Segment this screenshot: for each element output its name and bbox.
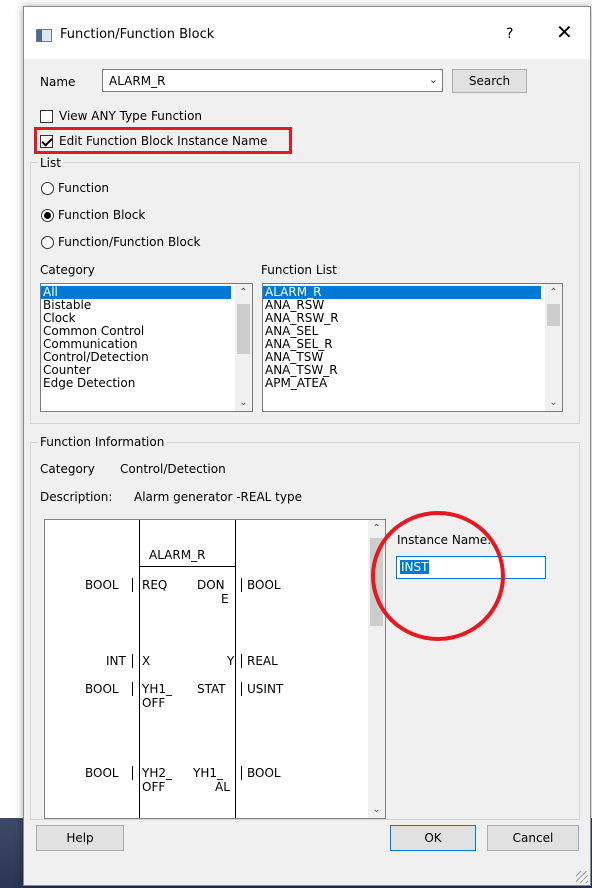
- scroll-up-icon[interactable]: ⌃: [368, 520, 385, 537]
- scroll-down-icon[interactable]: ⌄: [235, 394, 252, 411]
- category-scrollbar[interactable]: ⌃ ⌄: [235, 284, 252, 411]
- function-information-title: Function Information: [38, 435, 167, 449]
- input-pin: YH1_: [142, 682, 172, 696]
- highlight-rectangle: [34, 127, 292, 154]
- scroll-down-icon[interactable]: ⌄: [545, 394, 562, 411]
- input-pin: YH2_: [142, 766, 172, 780]
- input-pin-wrap: OFF: [142, 780, 166, 794]
- info-category-value: Control/Detection: [120, 462, 226, 476]
- output-pin-wrap: E: [221, 592, 229, 606]
- radio-function-and-block-label: Function/Function Block: [58, 235, 201, 249]
- output-pin: YH1_: [193, 766, 223, 780]
- output-pin: Y: [227, 654, 235, 668]
- function-listbox[interactable]: ALARM_R ANA_RSW ANA_RSW_R ANA_SEL ANA_SE…: [262, 283, 563, 412]
- radio-function-label: Function: [58, 181, 110, 195]
- input-pin: X: [142, 654, 151, 668]
- output-type: BOOL: [247, 578, 281, 592]
- output-type: BOOL: [247, 766, 281, 780]
- connector-line: [132, 578, 133, 592]
- help-title-button[interactable]: ?: [506, 26, 513, 42]
- output-pin-wrap: AL: [215, 780, 230, 794]
- scroll-down-icon[interactable]: ⌄: [368, 801, 385, 818]
- output-type: USINT: [247, 682, 284, 696]
- help-button[interactable]: Help: [36, 825, 124, 851]
- description-label: Description:: [40, 490, 113, 504]
- search-button[interactable]: Search: [452, 69, 527, 93]
- scroll-thumb[interactable]: [547, 304, 560, 326]
- radio-function-and-block[interactable]: [41, 236, 54, 249]
- cancel-button[interactable]: Cancel: [487, 825, 579, 851]
- connector-line: [241, 682, 242, 696]
- window-icon: [36, 29, 52, 42]
- chevron-down-icon[interactable]: ⌄: [429, 73, 438, 86]
- name-label: Name: [40, 75, 76, 89]
- radio-function-block[interactable]: [41, 209, 54, 222]
- block-name: ALARM_R: [149, 548, 206, 562]
- scroll-up-icon[interactable]: ⌃: [545, 284, 562, 301]
- list-group-title: List: [38, 156, 63, 170]
- function-list-scrollbar[interactable]: ⌃ ⌄: [545, 284, 562, 411]
- category-listbox[interactable]: All Bistable Clock Common Control Commun…: [40, 283, 253, 412]
- title-bar: Function/Function Block ? ✕: [24, 7, 590, 59]
- description-value: Alarm generator -REAL type: [134, 490, 302, 504]
- list-item[interactable]: Edge Detection: [41, 377, 252, 390]
- ok-button[interactable]: OK: [390, 825, 476, 851]
- name-value: ALARM_R: [109, 74, 166, 88]
- connector-line: [132, 654, 133, 668]
- close-icon[interactable]: ✕: [556, 22, 573, 42]
- input-pin: REQ: [142, 578, 168, 592]
- category-label: Category: [40, 263, 95, 277]
- list-item[interactable]: APM_ATEA: [263, 377, 562, 390]
- dialog-title: Function/Function Block: [60, 27, 215, 42]
- connector-line: [241, 766, 242, 780]
- radio-function[interactable]: [41, 182, 54, 195]
- resize-grip-icon[interactable]: [576, 871, 588, 883]
- scroll-thumb[interactable]: [237, 304, 250, 354]
- connector-line: [132, 682, 133, 696]
- connector-line: [241, 654, 242, 668]
- view-any-type-label: View ANY Type Function: [59, 109, 203, 123]
- connector-line: [241, 578, 242, 592]
- input-type: BOOL: [85, 766, 119, 780]
- scroll-up-icon[interactable]: ⌃: [235, 284, 252, 301]
- function-dialog: Function/Function Block ? ✕ Name ALARM_R…: [23, 6, 591, 886]
- connector-line: [132, 766, 133, 780]
- input-type: BOOL: [85, 578, 119, 592]
- output-pin: DON: [197, 578, 225, 592]
- highlight-circle: [371, 511, 505, 641]
- input-pin-wrap: OFF: [142, 696, 166, 710]
- output-pin: STAT: [197, 682, 226, 696]
- radio-function-block-label: Function Block: [58, 208, 146, 222]
- info-category-label: Category: [40, 462, 95, 476]
- function-list-label: Function List: [261, 263, 337, 277]
- name-combobox[interactable]: ALARM_R ⌄: [102, 69, 443, 92]
- view-any-type-checkbox[interactable]: [40, 110, 53, 123]
- function-block-top-edge: [139, 566, 235, 567]
- input-type: BOOL: [85, 682, 119, 696]
- output-type: REAL: [247, 654, 278, 668]
- input-type: INT: [106, 654, 126, 668]
- function-block-diagram: ALARM_R BOOL REQ DON E BOOL INT X Y REAL…: [44, 519, 386, 819]
